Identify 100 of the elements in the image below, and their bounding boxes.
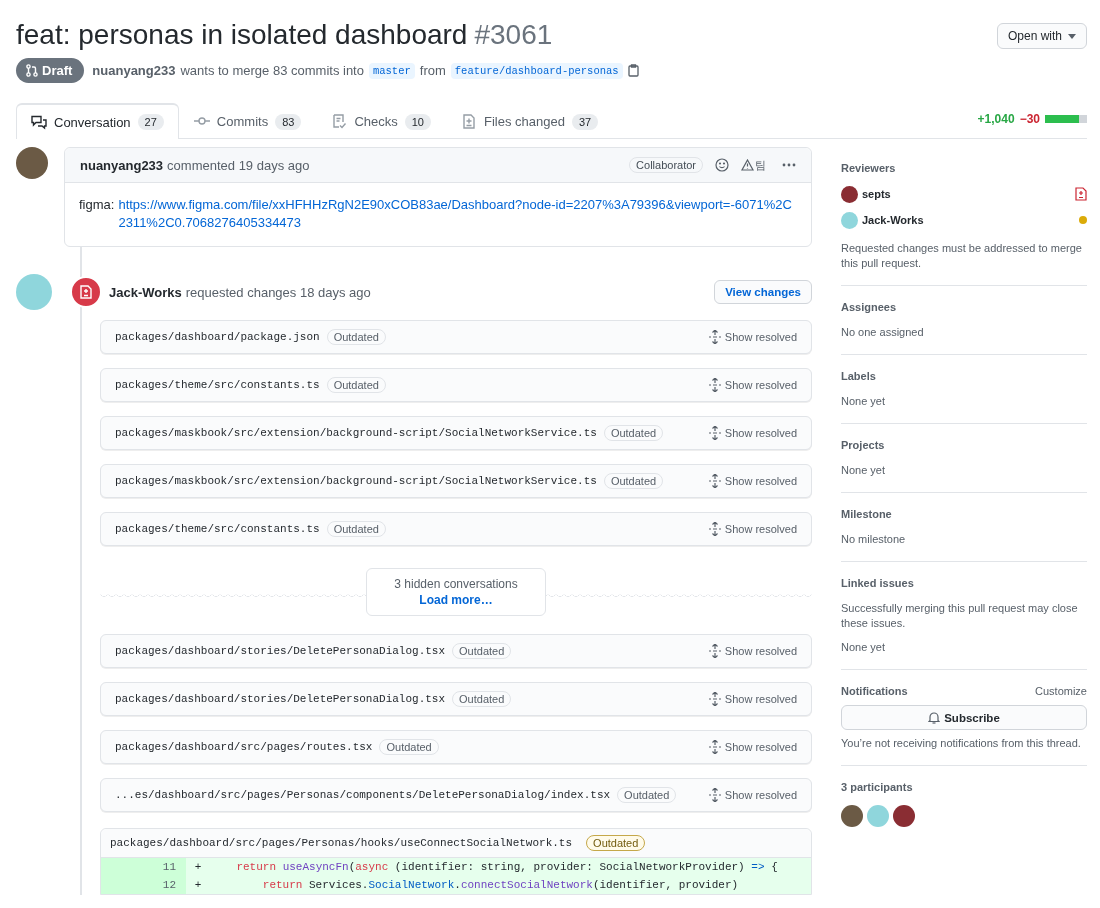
changes-requested-icon: [80, 285, 92, 299]
show-resolved-button[interactable]: Show resolved: [708, 692, 797, 706]
file-path: packages/maskbook/src/extension/background-script/SocialNetworkService.ts: [115, 475, 597, 487]
file-path: packages/dashboard/src/pages/routes.tsx: [115, 741, 373, 753]
hidden-count: 3 hidden conversations: [394, 577, 518, 591]
pr-title: feat: personas in isolated dashboard: [16, 18, 468, 52]
show-resolved-button[interactable]: Show resolved: [708, 522, 797, 536]
section-value: None yet: [841, 394, 887, 409]
unfold-icon: [708, 644, 721, 658]
bell-icon: [928, 711, 941, 724]
reviewers-note: Requested changes must be addressed to merge this pull request.: [841, 241, 1083, 271]
participant-avatar: [841, 805, 863, 827]
section-value: None yet: [841, 640, 887, 655]
file-path: ...es/dashboard/src/pages/Personas/components/DeletePersonaDialog/index.tsx: [115, 789, 611, 801]
customize-link[interactable]: Customize: [1035, 685, 1087, 697]
show-resolved-button[interactable]: Show resolved: [708, 788, 797, 802]
section-heading: Labels: [841, 370, 877, 382]
review-time: requested changes 18 days ago: [185, 284, 371, 300]
open-with-button[interactable]: Open with: [996, 23, 1087, 49]
additions-count: +1,040: [977, 112, 1015, 126]
reviewer-link[interactable]: septs: [862, 188, 1071, 200]
section-note: Successfully merging this pull request may close these issues.: [841, 601, 1079, 631]
section-heading: Projects: [841, 439, 886, 451]
file-path: packages/maskbook/src/extension/background-script/SocialNetworkService.ts: [115, 427, 597, 439]
counter-badge: 83: [275, 113, 302, 130]
extension-label: 팀: [755, 157, 766, 173]
participant-avatar: [893, 805, 915, 827]
subscribe-button[interactable]: Subscribe: [841, 705, 1087, 730]
user-avatar: [16, 274, 52, 310]
unfold-icon: [708, 740, 721, 754]
show-resolved-button[interactable]: Show resolved: [708, 426, 797, 440]
deletions-count: −30: [1019, 112, 1040, 126]
file-path: packages/dashboard/src/pages/Personas/hooks/useConnectSocialNetwork.ts: [110, 837, 573, 849]
file-path: packages/dashboard/package.json: [115, 331, 320, 343]
tab[interactable]: Checks 10: [316, 103, 446, 139]
file-path: packages/theme/src/constants.ts: [115, 379, 320, 391]
show-resolved-button[interactable]: Show resolved: [708, 644, 797, 658]
tab[interactable]: Conversation 27: [16, 103, 179, 139]
author-link[interactable]: Jack-Works: [109, 284, 182, 300]
caret-icon: [1068, 33, 1076, 39]
participant-avatar: [867, 805, 889, 827]
comment-time: commented 19 days ago: [167, 157, 310, 173]
counter-badge: 10: [404, 113, 431, 130]
clipboard-icon: [627, 64, 639, 77]
unfold-icon: [708, 692, 721, 706]
pr-number: #3061: [474, 18, 553, 52]
tab[interactable]: Commits 83: [178, 103, 317, 139]
reviewer-link[interactable]: Jack-Works: [862, 214, 1075, 226]
counter-badge: 37: [571, 113, 599, 130]
show-resolved-button[interactable]: Show resolved: [708, 740, 797, 754]
smiley-icon: [715, 158, 729, 172]
conversation-icon: [31, 114, 47, 130]
load-more-link[interactable]: Load more…: [419, 593, 493, 607]
file-diff-icon: [461, 114, 477, 129]
show-resolved-button[interactable]: Show resolved: [708, 474, 797, 488]
section-value: No milestone: [841, 532, 907, 547]
diff-sign: +: [193, 861, 203, 873]
warning-icon: [741, 159, 754, 171]
unfold-icon: [708, 522, 721, 536]
section-heading: Notifications: [841, 685, 908, 697]
section-value: None yet: [841, 463, 887, 478]
unfold-icon: [708, 474, 721, 488]
comment-text: figma:: [79, 196, 115, 214]
code-text: return useAsyncFn(async (identifier: string, provider: SocialNetworkProvider) => {: [235, 861, 778, 873]
base-branch[interactable]: master: [368, 62, 415, 79]
from-text: from: [419, 63, 446, 78]
user-avatar: [841, 211, 858, 229]
section-heading: 3 participants: [841, 781, 914, 793]
section-heading: Assignees: [841, 301, 898, 313]
more-icon: [782, 163, 796, 167]
outdated-badge: Outdated: [586, 835, 646, 851]
counter-badge: 27: [137, 114, 164, 130]
file-path: packages/dashboard/stories/DeletePersonaDialog.tsx: [115, 693, 446, 705]
section-heading: Linked issues: [841, 577, 915, 589]
section-value: No one assigned: [841, 325, 925, 340]
line-number: 11: [101, 858, 186, 876]
tab[interactable]: Files changed 37: [446, 103, 614, 139]
unfold-icon: [708, 426, 721, 440]
diff-sign: +: [193, 879, 203, 891]
code-text: return Services.SocialNetwork.connectSocialNetwork(identifier, provider): [261, 879, 739, 891]
file-path: packages/dashboard/stories/DeletePersonaDialog.tsx: [115, 645, 446, 657]
unfold-icon: [708, 788, 721, 802]
author-link[interactable]: nuanyang233: [80, 157, 164, 173]
unfold-icon: [708, 330, 721, 344]
notifications-note: You’re not receiving notifications from this thread.: [841, 736, 1082, 751]
head-branch[interactable]: feature/dashboard-personas: [450, 62, 623, 79]
section-heading: Reviewers: [841, 162, 897, 174]
user-avatar: [841, 185, 858, 203]
figma-link[interactable]: https://www.figma.com/file/xxHFHHzRgN2E90xCOB83ae/Dashboard?node-id=2207%3A79396&viewport=-6071%2C2311%2C0.7068276405334473: [118, 196, 797, 232]
merge-text: wants to merge 83 commits into: [180, 63, 364, 78]
view-changes-button[interactable]: View changes: [714, 280, 812, 304]
show-resolved-button[interactable]: Show resolved: [708, 330, 797, 344]
section-heading: Milestone: [841, 508, 893, 520]
show-resolved-button[interactable]: Show resolved: [708, 378, 797, 392]
user-avatar: [16, 147, 48, 179]
unfold-icon: [708, 378, 721, 392]
line-number: 12: [101, 876, 186, 894]
draft-badge: Draft: [16, 58, 85, 83]
checklist-icon: [331, 114, 348, 129]
author-link[interactable]: nuanyang233: [92, 63, 176, 78]
